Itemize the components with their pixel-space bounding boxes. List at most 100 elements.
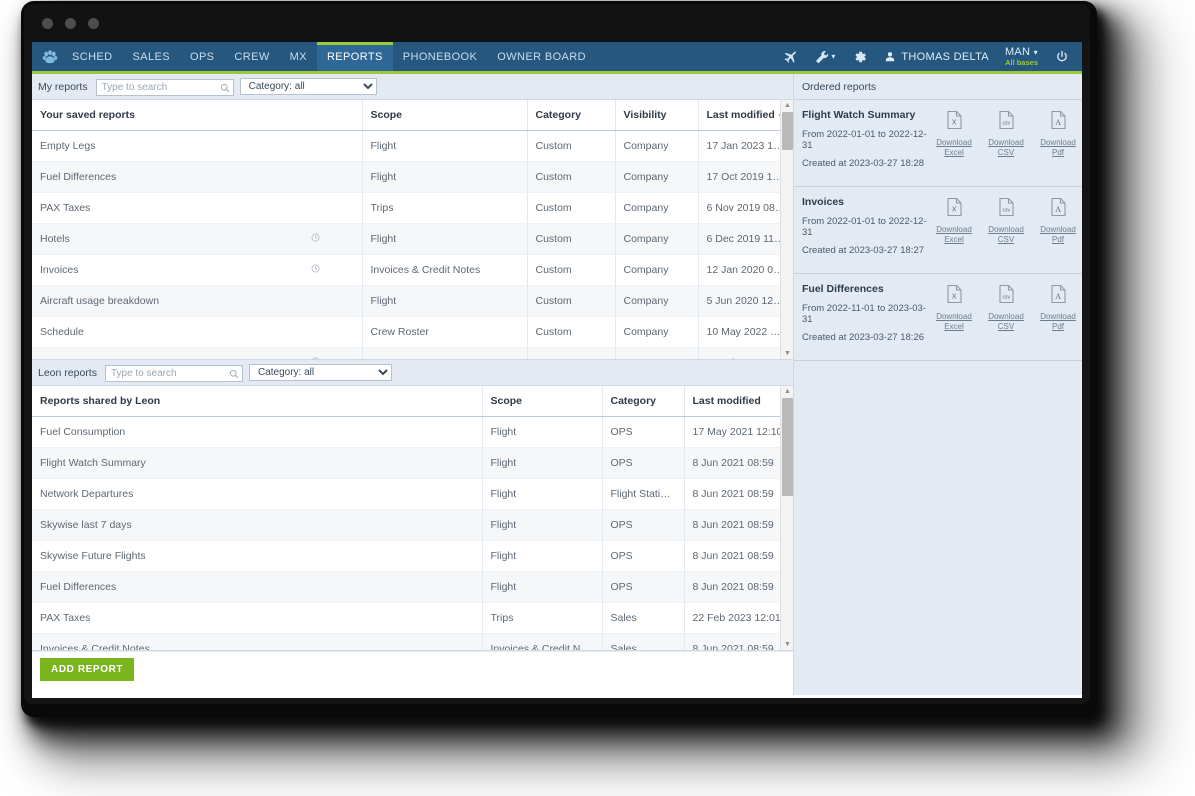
leon-reports-search-input[interactable] [105,365,243,382]
col-header-name[interactable]: Reports shared by Leon [32,386,482,417]
svg-text:A: A [1055,205,1061,214]
cell-category: OPS [602,572,684,603]
screenshot-root: SCHED SALES OPS CREW MX REPORTS PHONEBOO… [0,0,1195,796]
table-row[interactable]: PAX Taxes Trips Custom Company 6 Nov 201… [32,193,793,224]
nav-label: MX [290,51,307,63]
cell-visibility: Company [615,162,698,193]
cell-category: Custom [527,255,615,286]
nav-item-ops[interactable]: OPS [180,42,224,71]
download-pdf-label: Download Pdf [1034,312,1082,332]
cell-last-modified: 16 Jul 2020 10:01 [698,348,793,361]
user-menu[interactable]: THOMAS DELTA [876,42,997,71]
navbar-right-group: ▾ THOMAS DELTA [774,42,1082,71]
col-header-last-modified[interactable]: Last modified^ [698,100,793,131]
download-pdf-button[interactable]: A Download Pdf [1034,197,1082,245]
cell-report-name: Skywise Future Flights [32,541,482,572]
airplane-icon[interactable] [774,42,806,71]
cell-report-name: Fuel Differences [32,162,362,193]
ordered-report-item: Fuel Differences From 2022-11-01 to 2023… [794,274,1082,361]
table-row[interactable]: Network Departures Flight Flight Statist… [32,479,793,510]
scroll-down-icon[interactable]: ▼ [781,639,793,650]
base-sub-label: All bases [1005,59,1038,68]
scroll-down-icon[interactable]: ▼ [781,348,793,359]
table-row[interactable]: Flight Watch Summary Flight OPS 8 Jun 20… [32,448,793,479]
col-header-visibility[interactable]: Visibility [615,100,698,131]
col-header-last-modified[interactable]: Last modified [684,386,793,417]
base-selector[interactable]: MAN ▾ All bases [997,42,1046,71]
scrollbar-thumb[interactable] [782,112,793,150]
paw-logo-icon[interactable] [32,42,62,71]
col-header-scope[interactable]: Scope [362,100,527,131]
cell-category: Flight Statistics [602,479,684,510]
reports-footer: ADD REPORT [32,651,793,686]
scroll-up-icon[interactable]: ▲ [781,100,793,111]
window-minimize-dot[interactable] [65,18,76,29]
table-row[interactable]: Fuel Consumption Flight OPS 17 May 2021 … [32,417,793,448]
cell-scope: Crew Roster [362,317,527,348]
window-maximize-dot[interactable] [88,18,99,29]
download-csv-button[interactable]: csv Download CSV [982,110,1030,158]
col-header-scope[interactable]: Scope [482,386,602,417]
power-icon[interactable] [1046,42,1078,71]
leon-reports-search-wrap [105,363,243,382]
nav-item-mx[interactable]: MX [280,42,317,71]
nav-item-owner-board[interactable]: OWNER BOARD [487,42,596,71]
nav-label: REPORTS [327,51,383,63]
nav-item-sales[interactable]: SALES [123,42,180,71]
table-row[interactable]: Fuel Differences Flight OPS 8 Jun 2021 0… [32,572,793,603]
excel-file-icon: X [946,197,963,222]
col-header-category[interactable]: Category [602,386,684,417]
table-row[interactable]: Crew roster Crew Roster Custom [32,348,793,361]
my-reports-scrollbar[interactable]: ▲ ▼ [780,100,793,359]
wrench-icon[interactable]: ▾ [806,42,844,71]
table-row[interactable]: Invoices & Credit Notes Invoices & Credi… [32,634,793,652]
download-excel-button[interactable]: X Download Excel [930,284,978,332]
table-row[interactable]: Aircraft usage breakdown Flight Custom C… [32,286,793,317]
table-row[interactable]: Schedule Crew Roster Custom Company 10 M… [32,317,793,348]
table-row[interactable]: Empty Legs Flight Custom Company 17 Jan … [32,131,793,162]
scroll-up-icon[interactable]: ▲ [781,386,793,397]
cell-category: Custom [527,348,615,361]
cell-report-name: Hotels [32,224,362,255]
ordered-report-downloads: X Download Excel csv [930,109,1082,158]
download-excel-button[interactable]: X Download Excel [930,197,978,245]
my-reports-category-select[interactable]: Category: all [240,78,377,95]
download-csv-button[interactable]: csv Download CSV [982,197,1030,245]
svg-text:csv: csv [1002,121,1010,127]
table-row[interactable]: Skywise Future Flights Flight OPS 8 Jun … [32,541,793,572]
add-report-button[interactable]: ADD REPORT [40,658,134,681]
table-row[interactable]: Fuel Differences Flight Custom Company 1… [32,162,793,193]
scrollbar-thumb[interactable] [782,398,793,496]
cell-last-modified: 8 Jun 2021 08:59 [684,634,793,652]
download-pdf-button[interactable]: A Download Pdf [1034,284,1082,332]
my-reports-table-scroll: Your saved reports Scope Category Visibi… [32,100,793,360]
app-viewport: SCHED SALES OPS CREW MX REPORTS PHONEBOO… [32,42,1082,698]
nav-item-reports[interactable]: REPORTS [317,42,393,71]
cell-visibility: Company [615,224,698,255]
window-titlebar [24,4,1090,42]
col-header-name[interactable]: Your saved reports [32,100,362,131]
table-row[interactable]: PAX Taxes Trips Sales 22 Feb 2023 12:01 [32,603,793,634]
ordered-reports-pane: Ordered reports Flight Watch Summary Fro… [794,74,1082,695]
leon-reports-table-scroll: Reports shared by Leon Scope Category La… [32,386,793,651]
col-header-category[interactable]: Category [527,100,615,131]
svg-text:X: X [951,293,956,300]
cell-scope: Crew Roster [362,348,527,361]
ordered-report-range: From 2022-01-01 to 2022-12-31 [802,216,930,238]
gear-icon[interactable] [844,42,876,71]
download-excel-button[interactable]: X Download Excel [930,110,978,158]
leon-reports-scrollbar[interactable]: ▲ ▼ [780,386,793,650]
nav-item-phonebook[interactable]: PHONEBOOK [393,42,488,71]
cell-scope: Flight [362,286,527,317]
leon-reports-category-select[interactable]: Category: all [249,364,392,381]
nav-item-crew[interactable]: CREW [224,42,279,71]
nav-item-sched[interactable]: SCHED [62,42,123,71]
my-reports-search-input[interactable] [96,79,234,96]
table-row[interactable]: Invoices Invoices & Credit Notes [32,255,793,286]
table-row[interactable]: Hotels Flight Custom [32,224,793,255]
download-pdf-button[interactable]: A Download Pdf [1034,110,1082,158]
cell-last-modified: 8 Jun 2021 08:59 [684,541,793,572]
window-close-dot[interactable] [42,18,53,29]
table-row[interactable]: Skywise last 7 days Flight OPS 8 Jun 202… [32,510,793,541]
download-csv-button[interactable]: csv Download CSV [982,284,1030,332]
